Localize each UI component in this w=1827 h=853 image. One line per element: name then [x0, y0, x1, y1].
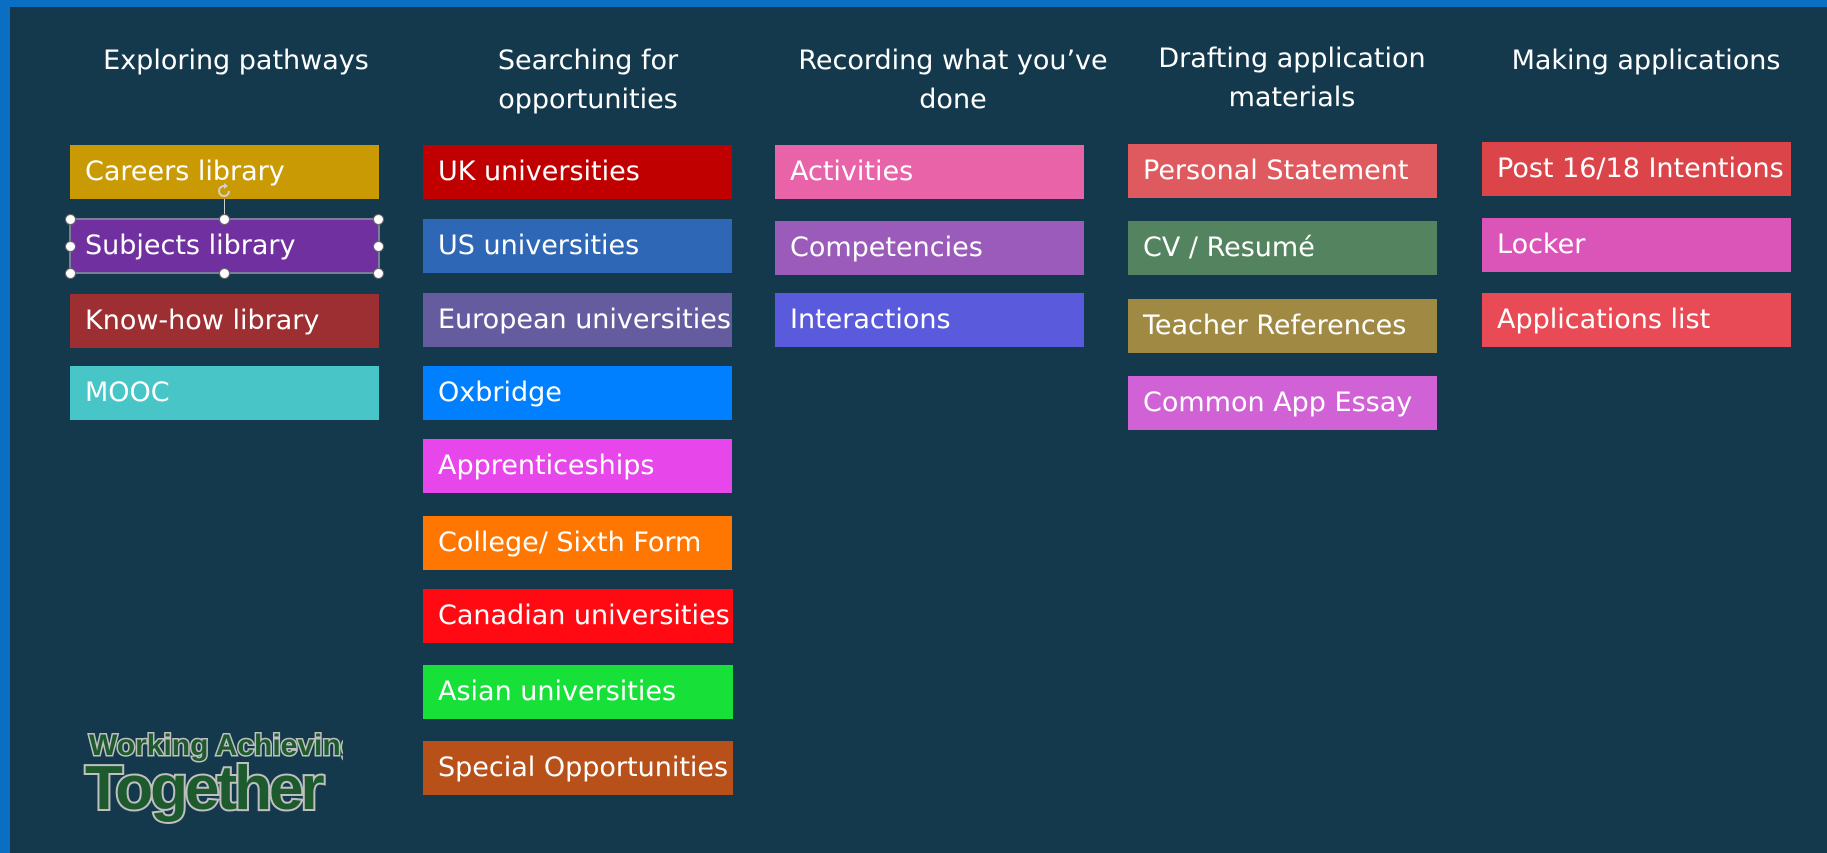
working-achieving-together-logo: Working Achieving Together — [83, 728, 343, 826]
column-header-searching-for-opportunities: Searching for opportunities — [497, 45, 679, 115]
teacher-references-tile[interactable]: Teacher References — [1128, 299, 1437, 353]
column-header-making-applications: Making applications — [1511, 45, 1781, 76]
resize-handle-top-right[interactable] — [373, 214, 384, 225]
rotate-handle-stem — [224, 199, 225, 214]
canadian-universities-tile[interactable]: Canadian universities — [423, 589, 733, 643]
column-header-recording-what-youve-done: Recording what you’ve done — [798, 45, 1108, 115]
cv-resume-tile[interactable]: CV / Resumé — [1128, 221, 1437, 275]
resize-handle-left[interactable] — [65, 241, 76, 252]
special-opportunities-tile[interactable]: Special Opportunities — [423, 741, 733, 795]
post-16-18-intentions-tile[interactable]: Post 16/18 Intentions — [1482, 142, 1791, 196]
activities-tile[interactable]: Activities — [775, 145, 1084, 199]
college-sixth-form-tile[interactable]: College/ Sixth Form — [423, 516, 732, 570]
know-how-library-tile[interactable]: Know-how library — [70, 294, 379, 348]
apprenticeships-tile[interactable]: Apprenticeships — [423, 439, 732, 493]
logo-line2: Together — [85, 754, 324, 823]
slide-canvas: Exploring pathways Careers library Subje… — [10, 7, 1827, 853]
us-universities-tile[interactable]: US universities — [423, 219, 732, 273]
personal-statement-tile[interactable]: Personal Statement — [1128, 144, 1437, 198]
column-header-exploring-pathways: Exploring pathways — [103, 45, 369, 76]
european-universities-tile[interactable]: European universities — [423, 293, 732, 347]
competencies-tile[interactable]: Competencies — [775, 221, 1084, 275]
resize-handle-right[interactable] — [373, 241, 384, 252]
rotate-handle-icon[interactable] — [216, 183, 232, 199]
subjects-library-tile[interactable]: Subjects library — [69, 218, 380, 274]
resize-handle-top[interactable] — [219, 214, 230, 225]
mooc-tile[interactable]: MOOC — [70, 366, 379, 420]
applications-list-tile[interactable]: Applications list — [1482, 293, 1791, 347]
asian-universities-tile[interactable]: Asian universities — [423, 665, 733, 719]
uk-universities-tile[interactable]: UK universities — [423, 145, 732, 199]
resize-handle-top-left[interactable] — [65, 214, 76, 225]
interactions-tile[interactable]: Interactions — [775, 293, 1084, 347]
resize-handle-bottom[interactable] — [219, 268, 230, 279]
oxbridge-tile[interactable]: Oxbridge — [423, 366, 732, 420]
locker-tile[interactable]: Locker — [1482, 218, 1791, 272]
column-header-drafting-application-materials: Drafting application materials — [1158, 43, 1426, 113]
common-app-essay-tile[interactable]: Common App Essay — [1128, 376, 1437, 430]
resize-handle-bottom-left[interactable] — [65, 268, 76, 279]
resize-handle-bottom-right[interactable] — [373, 268, 384, 279]
